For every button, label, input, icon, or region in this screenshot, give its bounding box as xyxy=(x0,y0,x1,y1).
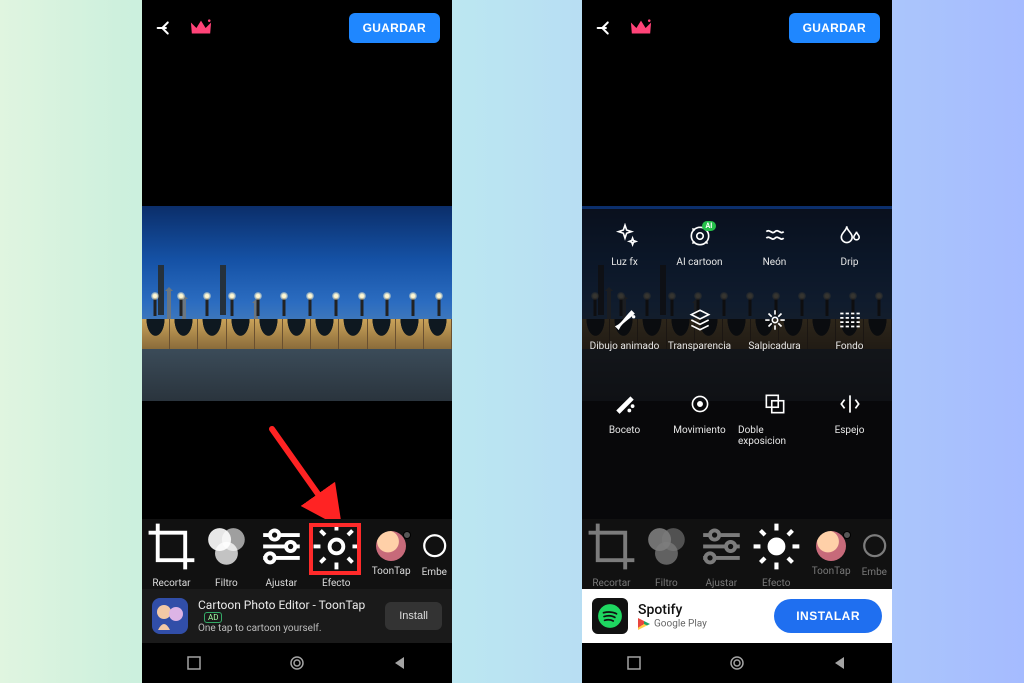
tool-strip: Recortar Filtro Ajustar Efecto ToonTap E… xyxy=(582,519,892,589)
tool-embellecer[interactable]: Embe xyxy=(419,530,450,577)
effect-label: Boceto xyxy=(609,425,640,436)
tool-ajustar[interactable]: Ajustar xyxy=(694,519,749,590)
tool-label: Ajustar xyxy=(705,578,737,589)
ad-app-icon xyxy=(592,598,628,634)
toontap-thumbnail-icon xyxy=(376,531,406,561)
tool-embellecer[interactable]: Embe xyxy=(859,530,890,577)
effect-label: Fondo xyxy=(836,341,864,352)
effect-luz-fx[interactable]: Luz fx xyxy=(588,223,661,303)
nav-home-icon[interactable] xyxy=(729,655,745,671)
tutorial-arrow-icon xyxy=(262,419,352,529)
tool-toontap[interactable]: ToonTap xyxy=(364,531,419,577)
image-canvas[interactable] xyxy=(142,56,452,519)
tool-efecto[interactable]: Efecto xyxy=(309,519,364,590)
crown-premium-icon[interactable] xyxy=(630,18,652,38)
google-play-icon xyxy=(638,618,650,630)
tool-label: Filtro xyxy=(655,578,678,589)
effect-label: Salpicadura xyxy=(748,341,800,352)
effect-label: Drip xyxy=(841,257,859,268)
effects-panel: Luz fx AI AI cartoon Neón Drip Dibujo an… xyxy=(582,209,892,519)
crown-premium-icon[interactable] xyxy=(190,18,212,38)
ad-subtitle: One tap to cartoon yourself. xyxy=(198,623,375,634)
tool-label: Efecto xyxy=(762,578,790,589)
tool-label: Embe xyxy=(422,567,447,578)
save-button[interactable]: GUARDAR xyxy=(349,13,440,43)
effect-label: Doble exposicion xyxy=(738,425,811,447)
tool-filtro[interactable]: Filtro xyxy=(199,519,254,590)
effect-doble-exposicion[interactable]: Doble exposicion xyxy=(738,391,811,471)
effect-label: Movimiento xyxy=(673,425,726,436)
tool-label: Filtro xyxy=(215,578,238,589)
effect-label: Espejo xyxy=(835,425,865,436)
effect-boceto[interactable]: Boceto xyxy=(588,391,661,471)
tool-label: Embe xyxy=(862,567,887,578)
back-arrow-icon[interactable] xyxy=(154,17,176,39)
ad-banner[interactable]: Cartoon Photo Editor - ToonTapAD One tap… xyxy=(142,589,452,643)
ad-install-button[interactable]: Install xyxy=(385,602,442,630)
effect-movimiento[interactable]: Movimiento xyxy=(663,391,736,471)
effect-fondo[interactable]: Fondo xyxy=(813,307,886,387)
tool-recortar[interactable]: Recortar xyxy=(584,519,639,590)
nav-home-icon[interactable] xyxy=(289,655,305,671)
effect-salpicadura[interactable]: Salpicadura xyxy=(738,307,811,387)
tool-filtro[interactable]: Filtro xyxy=(639,519,694,590)
tool-label: Efecto xyxy=(322,578,350,589)
effect-label: Neón xyxy=(763,257,787,268)
nav-back-icon[interactable] xyxy=(392,655,408,671)
edited-image-content xyxy=(142,206,452,401)
tool-label: Recortar xyxy=(152,578,190,589)
effect-espejo[interactable]: Espejo xyxy=(813,391,886,471)
effect-label: AI cartoon xyxy=(676,257,722,268)
android-nav-bar xyxy=(582,643,892,683)
effect-label: Dibujo animado xyxy=(590,341,660,352)
tool-label: ToonTap xyxy=(372,566,411,577)
tool-label: ToonTap xyxy=(812,566,851,577)
tool-label: Ajustar xyxy=(265,578,297,589)
tool-strip: Recortar Filtro Ajustar Efecto ToonTap E… xyxy=(142,519,452,589)
ad-app-icon xyxy=(152,598,188,634)
effect-drip[interactable]: Drip xyxy=(813,223,886,303)
ad-install-button[interactable]: INSTALAR xyxy=(774,599,882,633)
nav-recent-icon[interactable] xyxy=(186,655,202,671)
tool-ajustar[interactable]: Ajustar xyxy=(254,519,309,590)
ai-badge: AI xyxy=(702,221,717,231)
nav-back-icon[interactable] xyxy=(832,655,848,671)
toontap-thumbnail-icon xyxy=(816,531,846,561)
tool-toontap[interactable]: ToonTap xyxy=(804,531,859,577)
ad-badge: AD xyxy=(204,612,222,623)
effect-ai-cartoon[interactable]: AI AI cartoon xyxy=(663,223,736,303)
back-arrow-icon[interactable] xyxy=(594,17,616,39)
effect-dibujo-animado[interactable]: Dibujo animado xyxy=(588,307,661,387)
effect-transparencia[interactable]: Transparencia xyxy=(663,307,736,387)
effect-label: Luz fx xyxy=(611,257,638,268)
save-button[interactable]: GUARDAR xyxy=(789,13,880,43)
phone-screenshot-right: GUARDAR Luz fx AI AI cartoon xyxy=(582,0,892,683)
phone-screenshot-left: GUARDAR Recortar Filtro xyxy=(142,0,452,683)
android-nav-bar xyxy=(142,643,452,683)
ad-title: Spotify xyxy=(638,602,764,618)
tool-label: Recortar xyxy=(592,578,630,589)
tool-recortar[interactable]: Recortar xyxy=(144,519,199,590)
effect-neon[interactable]: Neón xyxy=(738,223,811,303)
nav-recent-icon[interactable] xyxy=(626,655,642,671)
ad-subtitle: Google Play xyxy=(654,619,707,630)
ad-title: Cartoon Photo Editor - ToonTap xyxy=(198,598,365,612)
topbar: GUARDAR xyxy=(582,0,892,56)
effect-label: Transparencia xyxy=(668,341,731,352)
topbar: GUARDAR xyxy=(142,0,452,56)
ad-banner[interactable]: Spotify Google Play INSTALAR xyxy=(582,589,892,643)
image-canvas[interactable]: Luz fx AI AI cartoon Neón Drip Dibujo an… xyxy=(582,56,892,519)
tool-efecto[interactable]: Efecto xyxy=(749,519,804,590)
